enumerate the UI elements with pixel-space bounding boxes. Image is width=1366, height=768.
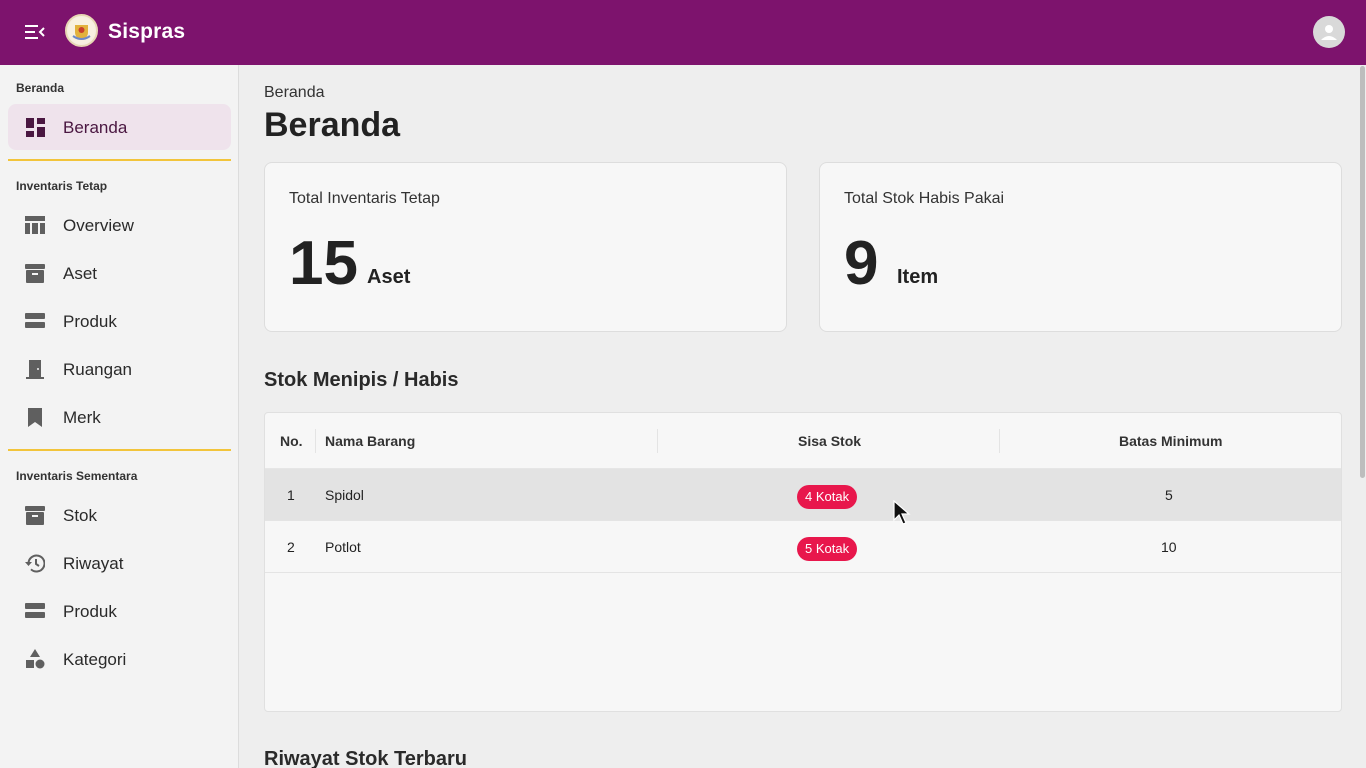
dashboard-icon — [25, 117, 45, 137]
archive-icon — [25, 505, 45, 525]
card-title: Total Inventaris Tetap — [289, 190, 440, 207]
history-icon — [25, 553, 45, 573]
sidebar: Beranda Beranda Inventaris Tetap Overvie… — [0, 65, 239, 768]
table-row[interactable]: 2 Potlot 5 Kotak 10 — [265, 521, 1341, 573]
column-header[interactable]: Nama Barang — [325, 433, 415, 449]
sidebar-item-merk[interactable]: Merk — [8, 394, 231, 440]
section-divider — [8, 449, 231, 451]
page-scrollbar[interactable] — [1360, 66, 1365, 478]
stock-badge: 5 Kotak — [797, 537, 858, 561]
sidebar-item-label: Ruangan — [63, 360, 133, 379]
sidebar-item-produk[interactable]: Produk — [8, 298, 231, 344]
section-heading-history: Riwayat Stok Terbaru — [264, 748, 468, 768]
storage-icon — [25, 311, 45, 331]
section-heading-low-stock: Stok Menipis / Habis — [264, 369, 459, 391]
cell-name: Spidol — [325, 487, 364, 503]
table-row[interactable]: 1 Spidol 4 Kotak 5 — [265, 469, 1341, 521]
sidebar-item-label: Beranda — [63, 118, 128, 137]
summary-card-inventaris: Total Inventaris Tetap 15 Aset — [264, 162, 787, 332]
sidebar-item-stok[interactable]: Stok — [8, 492, 231, 538]
user-avatar[interactable] — [1313, 16, 1345, 48]
card-title: Total Stok Habis Pakai — [844, 190, 1005, 207]
breadcrumb: Beranda — [264, 84, 325, 101]
door-icon — [25, 359, 45, 379]
sidebar-item-ruangan[interactable]: Ruangan — [8, 346, 231, 392]
sidebar-item-label: Overview — [63, 216, 134, 235]
sidebar-item-label: Stok — [63, 506, 98, 525]
sidebar-item-overview[interactable]: Overview — [8, 202, 231, 248]
app-name: Sispras — [108, 20, 186, 43]
sidebar-item-label: Aset — [63, 264, 98, 283]
app-logo — [65, 14, 98, 47]
column-header[interactable]: No. — [280, 433, 303, 449]
column-separator[interactable] — [315, 429, 316, 453]
cell-name: Potlot — [325, 539, 361, 555]
column-header[interactable]: Batas Minimum — [1119, 433, 1222, 449]
column-header[interactable]: Sisa Stok — [798, 433, 861, 449]
table-icon — [25, 215, 45, 235]
sidebar-section-title: Inventaris Sementara — [16, 469, 138, 483]
cell-no: 2 — [287, 539, 295, 555]
sidebar-item-label: Produk — [63, 312, 117, 331]
card-value: 15 — [289, 229, 358, 298]
column-separator[interactable] — [999, 429, 1000, 453]
sidebar-item-label: Kategori — [63, 650, 127, 669]
bookmark-icon — [25, 407, 45, 427]
sidebar-section-title: Beranda — [16, 81, 65, 95]
column-separator[interactable] — [657, 429, 658, 453]
sidebar-item-label: Riwayat — [63, 554, 124, 573]
card-unit: Item — [897, 266, 939, 288]
low-stock-table: No. Nama Barang Sisa Stok Batas Minimum … — [264, 412, 1342, 712]
summary-card-stok: Total Stok Habis Pakai 9 Item — [819, 162, 1342, 332]
main-content: Beranda Beranda Total Inventaris Tetap 1… — [240, 65, 1354, 768]
category-icon — [25, 649, 45, 669]
sidebar-item-riwayat[interactable]: Riwayat — [8, 540, 231, 586]
archive-icon — [25, 263, 45, 283]
storage-icon — [25, 601, 45, 621]
table-header: No. Nama Barang Sisa Stok Batas Minimum — [265, 413, 1341, 469]
card-unit: Aset — [367, 266, 411, 288]
card-value: 9 — [844, 229, 879, 298]
sidebar-item-produk-sementara[interactable]: Produk — [8, 588, 231, 634]
sidebar-item-label: Produk — [63, 602, 117, 621]
sidebar-section-title: Inventaris Tetap — [16, 179, 108, 193]
section-divider — [8, 159, 231, 161]
stock-badge: 4 Kotak — [797, 485, 858, 509]
sidebar-item-aset[interactable]: Aset — [8, 250, 231, 296]
sidebar-item-label: Merk — [63, 408, 101, 427]
sidebar-item-beranda[interactable]: Beranda — [8, 104, 231, 150]
cell-no: 1 — [287, 487, 295, 503]
cell-min: 5 — [1165, 487, 1173, 503]
page-title: Beranda — [264, 106, 401, 144]
cell-min: 10 — [1161, 539, 1177, 555]
menu-collapse-icon[interactable] — [20, 18, 50, 46]
mouse-cursor-icon — [893, 500, 911, 525]
top-app-bar: Sispras — [0, 0, 1366, 65]
sidebar-item-kategori[interactable]: Kategori — [8, 636, 231, 682]
